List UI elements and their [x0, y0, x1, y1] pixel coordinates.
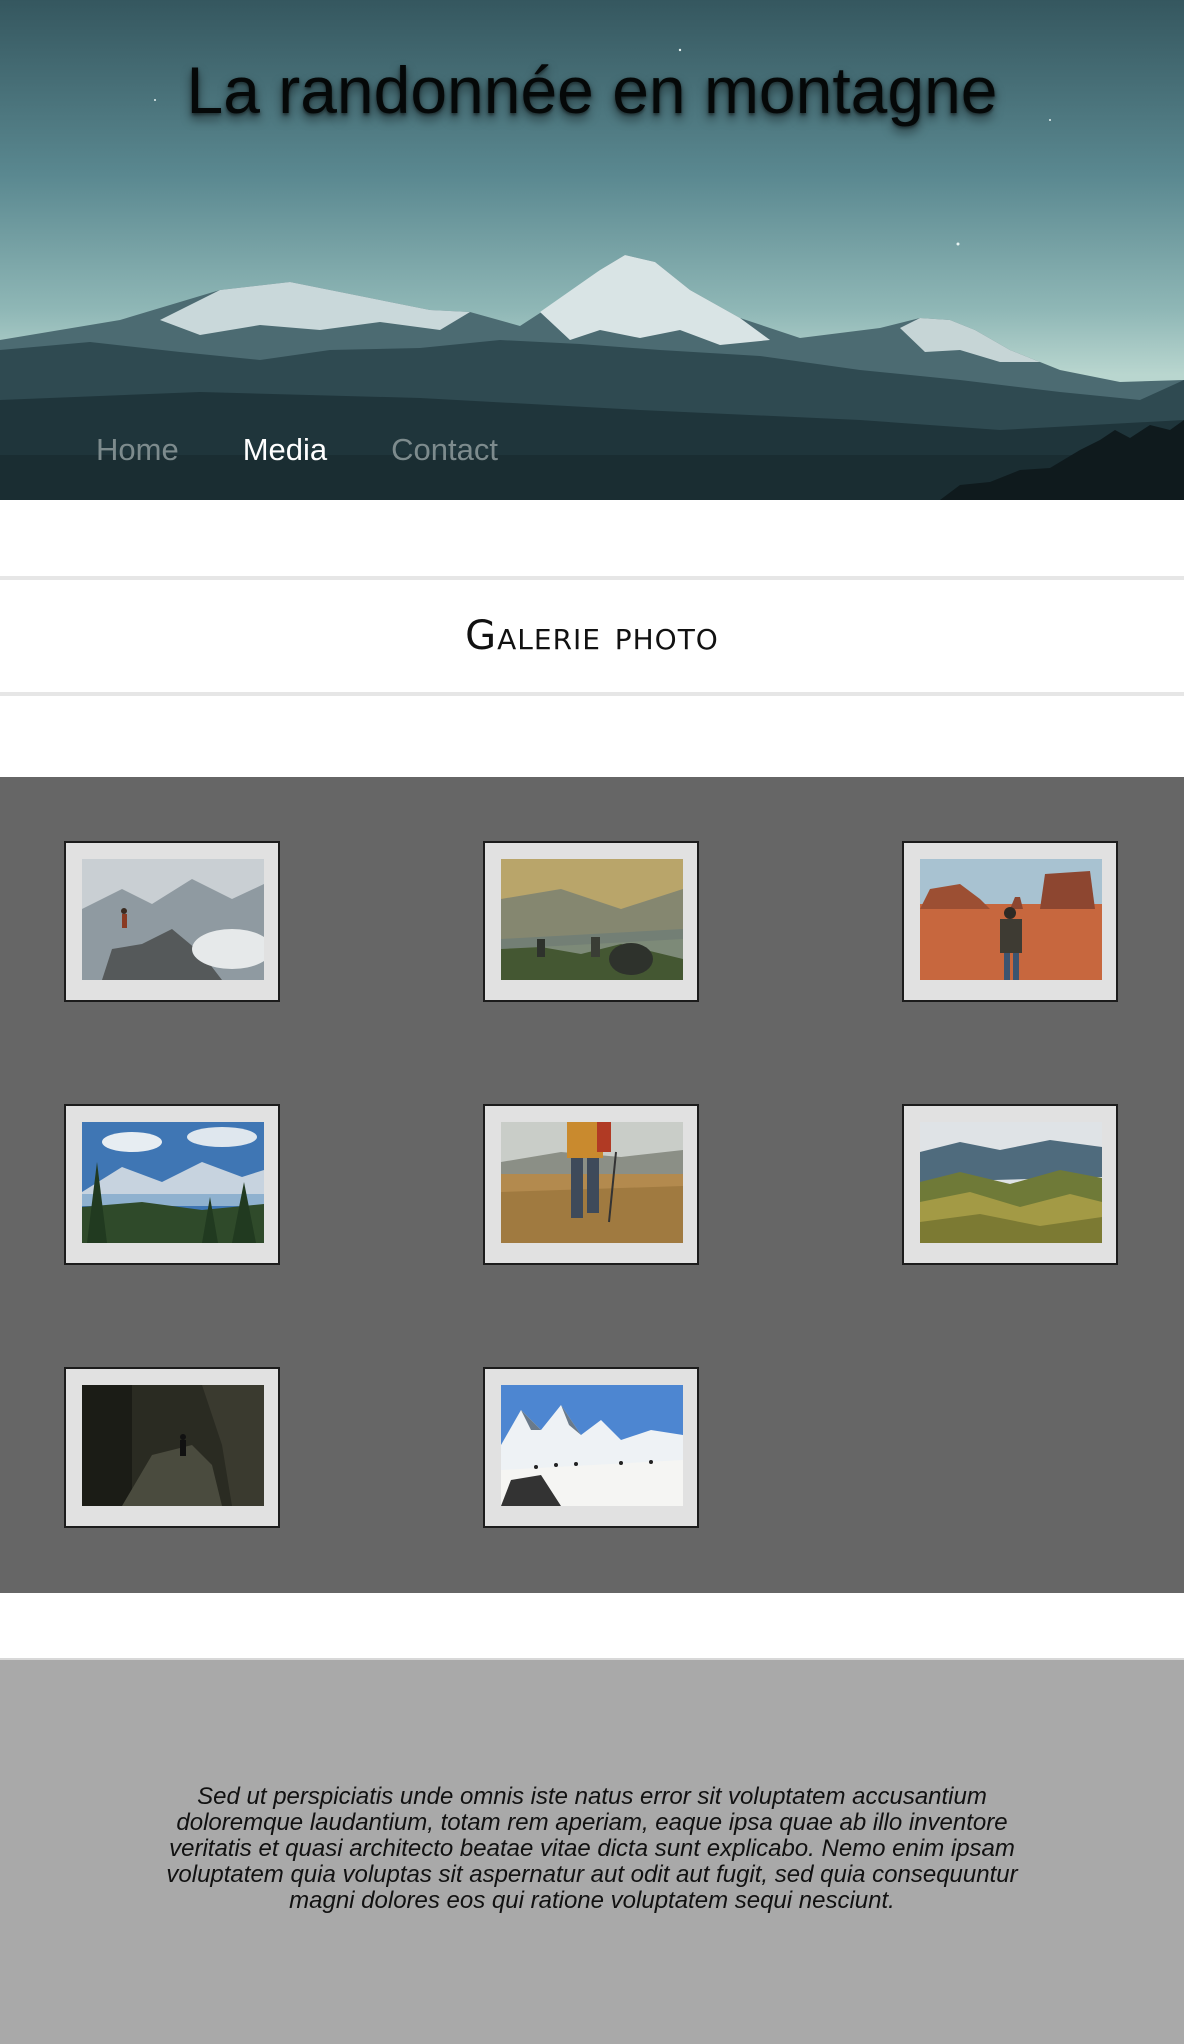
main-nav: Home Media Contact: [96, 432, 498, 468]
gallery-heading-bar: Galerie photo: [0, 576, 1184, 696]
hiker-on-cliff-image: [82, 859, 264, 980]
nav-home-link[interactable]: Home: [96, 432, 179, 468]
forest-path-hiker-image: [82, 1385, 264, 1506]
gallery-photo-1[interactable]: [64, 841, 280, 1002]
site-title: La randonnée en montagne: [186, 53, 998, 127]
gallery-photo-4[interactable]: [64, 1104, 280, 1265]
footer-paragraph: Sed ut perspiciatis unde omnis iste natu…: [166, 1783, 1018, 1914]
gallery-photo-6[interactable]: [902, 1104, 1118, 1265]
footer-text-block: Sed ut perspiciatis unde omnis iste natu…: [0, 1658, 1184, 2044]
hero-banner: La randonnée en montagne Home Media Cont…: [0, 0, 1184, 500]
green-hills-image: [920, 1122, 1102, 1243]
nav-media-link[interactable]: Media: [243, 432, 327, 468]
gallery-heading: Galerie photo: [465, 613, 719, 659]
snowy-peaks-group-image: [501, 1385, 683, 1506]
gallery-photo-8[interactable]: [483, 1367, 699, 1528]
gallery-photo-5[interactable]: [483, 1104, 699, 1265]
desert-hiker-image: [920, 859, 1102, 980]
gallery-photo-7[interactable]: [64, 1367, 280, 1528]
alpine-lake-forest-image: [82, 1122, 264, 1243]
gallery-photo-2[interactable]: [483, 841, 699, 1002]
meadow-hiker-image: [501, 1122, 683, 1243]
photo-gallery: [0, 777, 1184, 1593]
nav-contact-link[interactable]: Contact: [391, 432, 498, 468]
gallery-photo-3[interactable]: [902, 841, 1118, 1002]
sunlit-valley-image: [501, 859, 683, 980]
